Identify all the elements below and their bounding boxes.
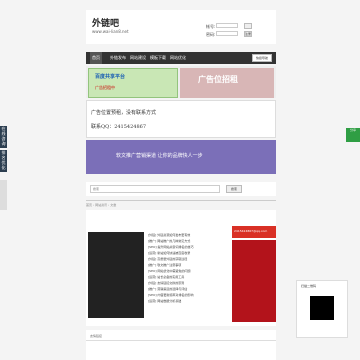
float-label: 排名	[1, 150, 6, 160]
register-button[interactable]: 注册	[244, 31, 252, 37]
ad-wide-text: 广告位置预租，没有联系方式	[91, 110, 157, 116]
login-button[interactable]	[244, 23, 252, 29]
qr-title: 扫描二维码	[301, 284, 317, 288]
nav-item-templates[interactable]: 模板下载	[150, 52, 166, 64]
ad-banner-purple[interactable]: 软文推广营销渠道 让你的品牌快人一步	[86, 140, 276, 174]
divider	[86, 200, 276, 201]
breadcrumb: 首页 › 网站资讯 › 文章	[86, 203, 117, 207]
footer-links: 友情链接	[86, 330, 276, 360]
footer-divider	[86, 340, 276, 341]
nav-item-seo[interactable]: 网站优化	[170, 52, 186, 64]
sidebar-contact-ad[interactable]: 2415424867@qq.com	[232, 226, 276, 238]
site-logo[interactable]: 外链吧	[92, 16, 119, 29]
article-image[interactable]	[88, 232, 144, 318]
site-logo-subtitle: www.wai-lian8.net	[92, 29, 129, 34]
float-ranking[interactable]: 排名 优化	[0, 150, 7, 172]
float-label: 在线	[1, 126, 6, 136]
footer-label: 友情链接	[90, 334, 103, 338]
main-nav: 首页 外链发布 网站建设 模板下载 网站优化 快捷导航	[86, 52, 276, 64]
login-pass-label: 密码:	[206, 32, 216, 37]
ad-purple-text: 软文推广营销渠道 让你的品牌快人一步	[116, 153, 203, 159]
login-pass-input[interactable]	[216, 31, 238, 36]
login-user-input[interactable]	[216, 23, 238, 28]
ad-banner-right[interactable]: 广告位招租	[180, 68, 274, 98]
qr-code-icon	[310, 296, 334, 320]
ad-banner-wide[interactable]: 广告位置预租，没有联系方式 联系QQ：2415424867	[86, 100, 276, 138]
ad-left-sub: 广告招租中	[95, 85, 115, 90]
ad-wide-contact: 联系QQ：2415424867	[91, 124, 147, 130]
ad-right-title: 广告位招租	[198, 75, 238, 84]
nav-item-build[interactable]: 网站建设	[130, 52, 146, 64]
ad-left-title: 百度共享平台	[95, 74, 126, 80]
nav-item-links[interactable]: 外链发布	[110, 52, 126, 64]
search-bar: 搜索	[86, 182, 276, 196]
share-button[interactable]: 分享	[346, 128, 360, 142]
sidebar-product-image[interactable]	[232, 240, 276, 322]
float-consult[interactable]: 在线 咨询	[0, 126, 7, 148]
quick-nav-button[interactable]: 快捷导航	[252, 54, 272, 62]
float-label: 优化	[1, 160, 6, 170]
search-button[interactable]: 搜索	[226, 185, 242, 193]
nav-item-home[interactable]: 首页	[90, 52, 102, 64]
float-grey-tab[interactable]	[0, 180, 7, 210]
search-input[interactable]	[90, 185, 220, 193]
float-label: 咨询	[1, 136, 6, 146]
ad-banner-left[interactable]: 百度共享平台 广告招租中	[88, 68, 178, 98]
login-user-label: 帐号:	[206, 24, 216, 29]
sidebar-contact-text: 2415424867@qq.com	[234, 229, 268, 233]
